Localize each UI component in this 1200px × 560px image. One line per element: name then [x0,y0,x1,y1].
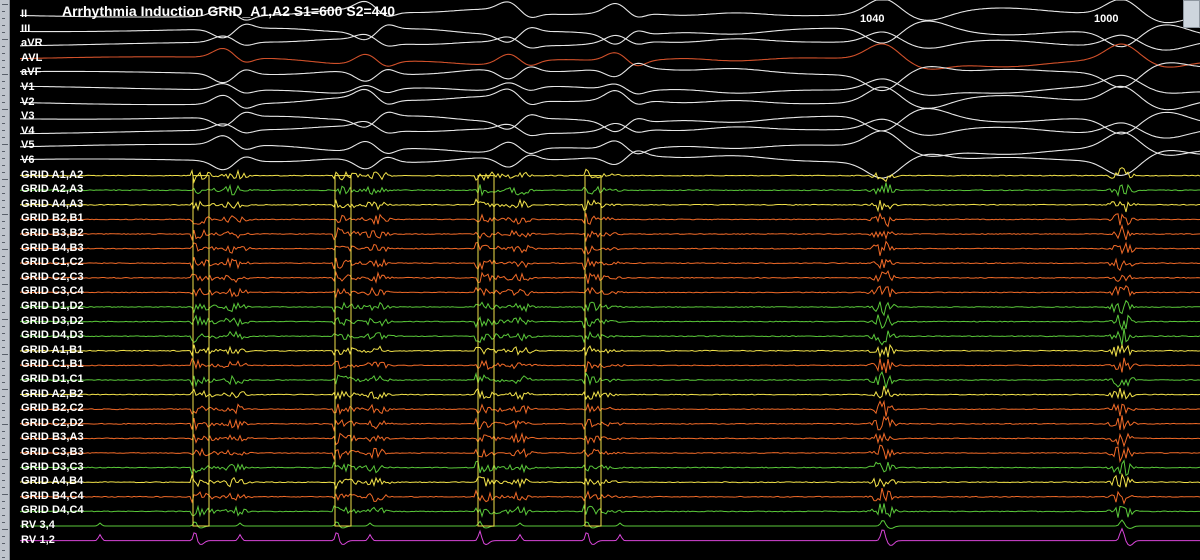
trace-line [19,487,1200,505]
cycle-length-label: 1000 [1094,13,1119,25]
lead-label: aVF [21,66,42,79]
lead-label: GRID D1,D2 [21,300,84,312]
lead-label: GRID B2,B1 [21,212,84,225]
trace-line [19,472,1200,490]
trace-line [19,223,1200,243]
lead-label: GRID A1,B1 [21,343,84,356]
lead-label: V1 [21,81,35,93]
electrogram-traces [19,0,1200,547]
trace-line [20,444,1200,463]
lead-label: GRID D1,C1 [21,373,84,385]
lead-label: V6 [21,154,35,166]
lead-label: GRID B4,C4 [21,489,84,502]
trace-line [19,328,1200,346]
lead-label: GRID A4,B4 [21,475,84,488]
trace-line [19,269,1200,284]
lead-label: GRID B2,C2 [21,402,84,415]
lead-label: GRID D3,D2 [21,314,84,327]
trace-line [19,212,1200,228]
trace-line [19,357,1200,374]
cycle-length-label: 1040 [860,13,885,25]
lead-label: GRID C2,C3 [21,270,84,283]
lead-label: GRID C2,D2 [21,416,84,429]
trace-line [19,182,1200,197]
lead-label: GRID C1,B1 [21,358,84,371]
lead-label: RV 3,4 [21,519,56,531]
scroll-button[interactable] [1183,0,1200,28]
lead-label: GRID A4,A3 [21,197,84,210]
trace-line [19,399,1200,417]
lead-label: aVR [21,37,43,50]
trace-line [20,503,1200,518]
trace-line [20,313,1200,332]
trace-line [20,130,1200,157]
trace-line [19,256,1200,272]
trace-line [20,527,1200,547]
lead-label: RV 1,2 [21,533,56,546]
trace-line [20,20,1200,48]
lead-label: GRID C1,C2 [21,256,84,269]
lead-label: V2 [21,95,35,108]
lead-label: V3 [21,110,35,123]
lead-label: GRID D3,C3 [21,460,84,473]
trace-line [19,198,1200,213]
trace-line [19,150,1200,179]
lead-label: GRID A2,A3 [21,183,84,196]
trace-line [20,43,1200,70]
lead-label: GRID C3,B3 [21,446,84,458]
lead-label: V5 [21,139,35,152]
trace-line [19,240,1200,256]
trace-line [20,62,1200,92]
lead-label: II [21,8,28,20]
trace-line [19,370,1200,389]
lead-label: GRID B4,B3 [21,241,84,254]
lead-label: GRID B3,A3 [21,431,84,444]
lead-label: GRID D4,D3 [21,329,84,342]
trace-line [20,519,1200,530]
lead-label: GRID C3,C4 [21,285,84,298]
trace-line [19,415,1200,433]
lead-label: GRID D4,C4 [21,504,84,517]
trace-line [19,459,1200,477]
ep-recording-screen: II III aVR AVL aVF V1 V2 V3 V4 V5 V6 GRID A1,A2 GRID… [0,0,1200,560]
lead-label: GRID B3,B2 [21,227,84,239]
trace-line [19,385,1200,401]
recording-title: Arrhythmia Induction GRID_A1,A2 S1=600 S… [62,3,396,19]
lead-label: III [21,22,31,35]
lead-label: GRID A1,A2 [21,168,84,181]
lead-label: AVL [21,51,43,64]
lead-label: V4 [21,124,35,137]
trace-line [19,343,1200,359]
trace-line [19,167,1200,184]
trace-line [19,299,1200,317]
trace-line [19,431,1200,448]
trace-line [19,285,1200,299]
lead-label: GRID A2,B2 [21,387,84,400]
